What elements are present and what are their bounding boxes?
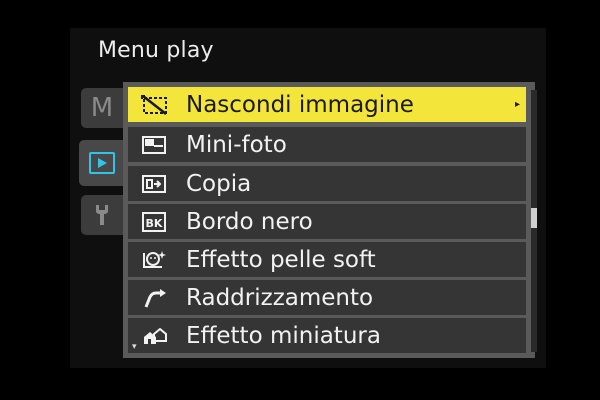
menu-title: Menu play — [98, 38, 214, 63]
more-below-indicator: ▾ — [132, 342, 137, 352]
submenu-arrow-icon: ▸ — [514, 99, 520, 110]
mini-photo-icon — [138, 131, 170, 159]
miniature-effect-icon — [138, 322, 170, 350]
menu-item-label: Raddrizzamento — [186, 284, 374, 311]
tab-setup-menu[interactable] — [81, 195, 123, 235]
straighten-icon — [138, 284, 170, 312]
black-border-icon: BK — [138, 208, 170, 236]
menu-item-bordo-nero[interactable]: BK Bordo nero — [128, 204, 526, 239]
scrollbar-thumb[interactable] — [531, 208, 537, 228]
menu-item-label: Mini-foto — [186, 131, 287, 158]
menu-item-copia[interactable]: Copia — [128, 166, 526, 201]
menu-item-effetto-miniatura[interactable]: Effetto miniatura — [128, 318, 526, 353]
menu-item-label: Effetto miniatura — [186, 322, 381, 349]
play-icon — [89, 152, 115, 174]
copy-icon — [138, 170, 170, 198]
menu-item-label: Bordo nero — [186, 208, 313, 235]
tab-shooting-label: M — [90, 93, 114, 123]
menu-item-nascondi-immagine[interactable]: Nascondi immagine ▸ — [128, 87, 526, 122]
svg-text:BK: BK — [146, 217, 163, 230]
hide-image-icon — [138, 91, 170, 119]
menu-item-label: Nascondi immagine — [186, 91, 414, 118]
wrench-icon — [96, 205, 108, 225]
tab-playback-menu[interactable] — [79, 140, 125, 186]
menu-item-effetto-pelle-soft[interactable]: Effetto pelle soft — [128, 242, 526, 277]
menu-item-label: Copia — [186, 170, 252, 197]
menu-item-mini-foto[interactable]: Mini-foto — [128, 127, 526, 162]
soft-skin-icon — [138, 246, 170, 274]
menu-item-raddrizzamento[interactable]: Raddrizzamento — [128, 280, 526, 315]
menu-item-label: Effetto pelle soft — [186, 246, 376, 273]
tab-shooting-menu[interactable]: M — [81, 88, 123, 128]
